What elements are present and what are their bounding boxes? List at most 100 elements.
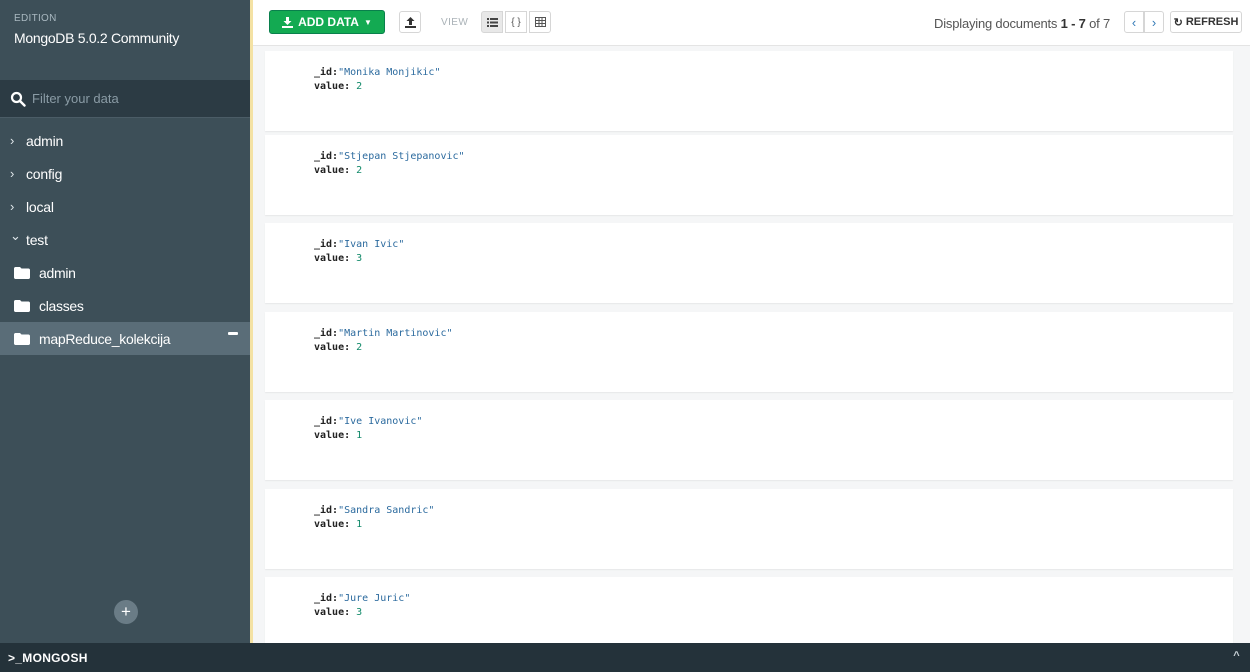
document-field-value: value: 1: [314, 518, 1233, 532]
paging-range: 1 - 7: [1060, 16, 1086, 31]
previous-page-button[interactable]: ‹: [1124, 11, 1144, 33]
database-label: local: [26, 198, 54, 215]
document-field-value: value: 3: [314, 252, 1233, 266]
chevron-right-icon: ›: [1151, 14, 1157, 30]
document-field-id: _id:"Ive Ivanovic": [314, 415, 1233, 429]
sidebar-collection-admin[interactable]: admin: [0, 256, 250, 289]
field-value-id: "Sandra Sandric": [338, 505, 435, 516]
document-card[interactable]: _id:"Jure Juric" value: 3: [265, 577, 1233, 643]
document-field-value: value: 1: [314, 429, 1233, 443]
field-key: value:: [314, 253, 351, 264]
json-view-button[interactable]: { }: [505, 11, 527, 33]
field-key: value:: [314, 81, 351, 92]
add-data-label: ADD DATA: [298, 15, 359, 29]
field-value-id: "Ive Ivanovic": [338, 416, 423, 427]
field-key: _id:: [314, 505, 339, 516]
document-card[interactable]: _id:"Martin Martinovic" value: 2: [265, 312, 1233, 392]
document-field-value: value: 2: [314, 164, 1233, 178]
collection-options-icon[interactable]: [228, 332, 238, 335]
field-value-number: 3: [356, 607, 363, 618]
field-key: _id:: [314, 239, 339, 250]
add-data-button[interactable]: ADD DATA ▼: [269, 10, 385, 34]
field-value-id: "Martin Martinovic": [338, 328, 453, 339]
document-field-value: value: 3: [314, 606, 1233, 620]
document-field-id: _id:"Jure Juric": [314, 592, 1233, 606]
refresh-icon: ↻: [1173, 16, 1183, 29]
sidebar-database-config[interactable]: › config: [0, 157, 250, 190]
field-key: _id:: [314, 151, 339, 162]
document-field-id: _id:"Stjepan Stjepanovic": [314, 150, 1233, 164]
field-key: _id:: [314, 593, 339, 604]
document-field-id: _id:"Monika Monjikic": [314, 66, 1233, 80]
mongosh-bar[interactable]: >_MONGOSH ^: [0, 643, 1250, 672]
document-field-id: _id:"Martin Martinovic": [314, 327, 1233, 341]
document-field-id: _id:"Sandra Sandric": [314, 504, 1233, 518]
collection-label: mapReduce_kolekcija: [39, 330, 171, 347]
add-database-button[interactable]: +: [114, 600, 138, 624]
collection-label: admin: [39, 264, 76, 281]
chevron-up-icon[interactable]: ^: [1233, 650, 1240, 662]
filter-bar: [0, 80, 250, 118]
refresh-button[interactable]: ↻ REFRESH: [1170, 11, 1242, 33]
chevron-left-icon: ‹: [1131, 14, 1137, 30]
field-key: value:: [314, 342, 351, 353]
database-label: config: [26, 165, 63, 182]
field-value-id: "Ivan Ivic": [338, 239, 405, 250]
paging-info: Displaying documents 1 - 7 of 7: [934, 16, 1110, 31]
document-card[interactable]: _id:"Ive Ivanovic" value: 1: [265, 400, 1233, 480]
list-view-button[interactable]: [481, 11, 503, 33]
folder-icon: [14, 266, 30, 279]
database-list: › admin › config › local ⌄ test admin classes mapR…: [0, 124, 250, 355]
field-value-number: 1: [356, 430, 363, 441]
document-field-id: _id:"Ivan Ivic": [314, 238, 1233, 252]
sidebar-collection-classes[interactable]: classes: [0, 289, 250, 322]
field-value-number: 3: [356, 253, 363, 264]
sidebar-collection-mapReduce_kolekcija[interactable]: mapReduce_kolekcija: [0, 322, 250, 355]
table-view-button[interactable]: [529, 11, 551, 33]
download-icon: [282, 16, 294, 28]
document-card[interactable]: _id:"Stjepan Stjepanovic" value: 2: [265, 135, 1233, 215]
filter-input[interactable]: [32, 91, 232, 106]
chevron-right-icon: ›: [10, 166, 15, 181]
field-key: value:: [314, 165, 351, 176]
document-field-value: value: 2: [314, 341, 1233, 355]
field-value-id: "Monika Monjikic": [338, 67, 441, 78]
document-card[interactable]: _id:"Ivan Ivic" value: 3: [265, 223, 1233, 303]
sidebar-database-test[interactable]: ⌄ test: [0, 223, 250, 256]
document-card[interactable]: _id:"Sandra Sandric" value: 1: [265, 489, 1233, 569]
field-key: _id:: [314, 67, 339, 78]
chevron-right-icon: ›: [10, 199, 15, 214]
list-icon: [486, 17, 498, 27]
sidebar: EDITION MongoDB 5.0.2 Community › admin › c…: [0, 0, 250, 643]
search-icon: [10, 91, 26, 107]
field-key: value:: [314, 519, 351, 530]
export-collection-button[interactable]: [399, 11, 421, 33]
paging-prefix: Displaying documents: [934, 16, 1058, 31]
document-card[interactable]: _id:"Monika Monjikic" value: 2: [265, 51, 1233, 131]
collection-label: classes: [39, 297, 84, 314]
mongosh-label: >_MONGOSH: [8, 650, 88, 665]
folder-icon: [14, 299, 30, 312]
field-value-number: 1: [356, 519, 363, 530]
field-key: _id:: [314, 416, 339, 427]
sidebar-database-admin[interactable]: › admin: [0, 124, 250, 157]
paging-total: 7: [1102, 16, 1110, 31]
braces-icon: { }: [511, 16, 521, 28]
field-value-id: "Jure Juric": [338, 593, 411, 604]
field-value-number: 2: [356, 165, 363, 176]
sidebar-database-local[interactable]: › local: [0, 190, 250, 223]
field-key: value:: [314, 430, 351, 441]
table-icon: [534, 17, 546, 27]
next-page-button[interactable]: ›: [1144, 11, 1164, 33]
field-value-number: 2: [356, 81, 363, 92]
field-value-id: "Stjepan Stjepanovic": [338, 151, 465, 162]
edition-value: MongoDB 5.0.2 Community: [14, 30, 180, 46]
field-value-number: 2: [356, 342, 363, 353]
upload-icon: [404, 16, 416, 28]
field-key: value:: [314, 607, 351, 618]
database-label: test: [26, 231, 48, 248]
caret-down-icon: ▼: [363, 17, 372, 27]
folder-icon: [14, 332, 30, 345]
view-label: VIEW: [441, 17, 469, 28]
database-label: admin: [26, 132, 64, 149]
